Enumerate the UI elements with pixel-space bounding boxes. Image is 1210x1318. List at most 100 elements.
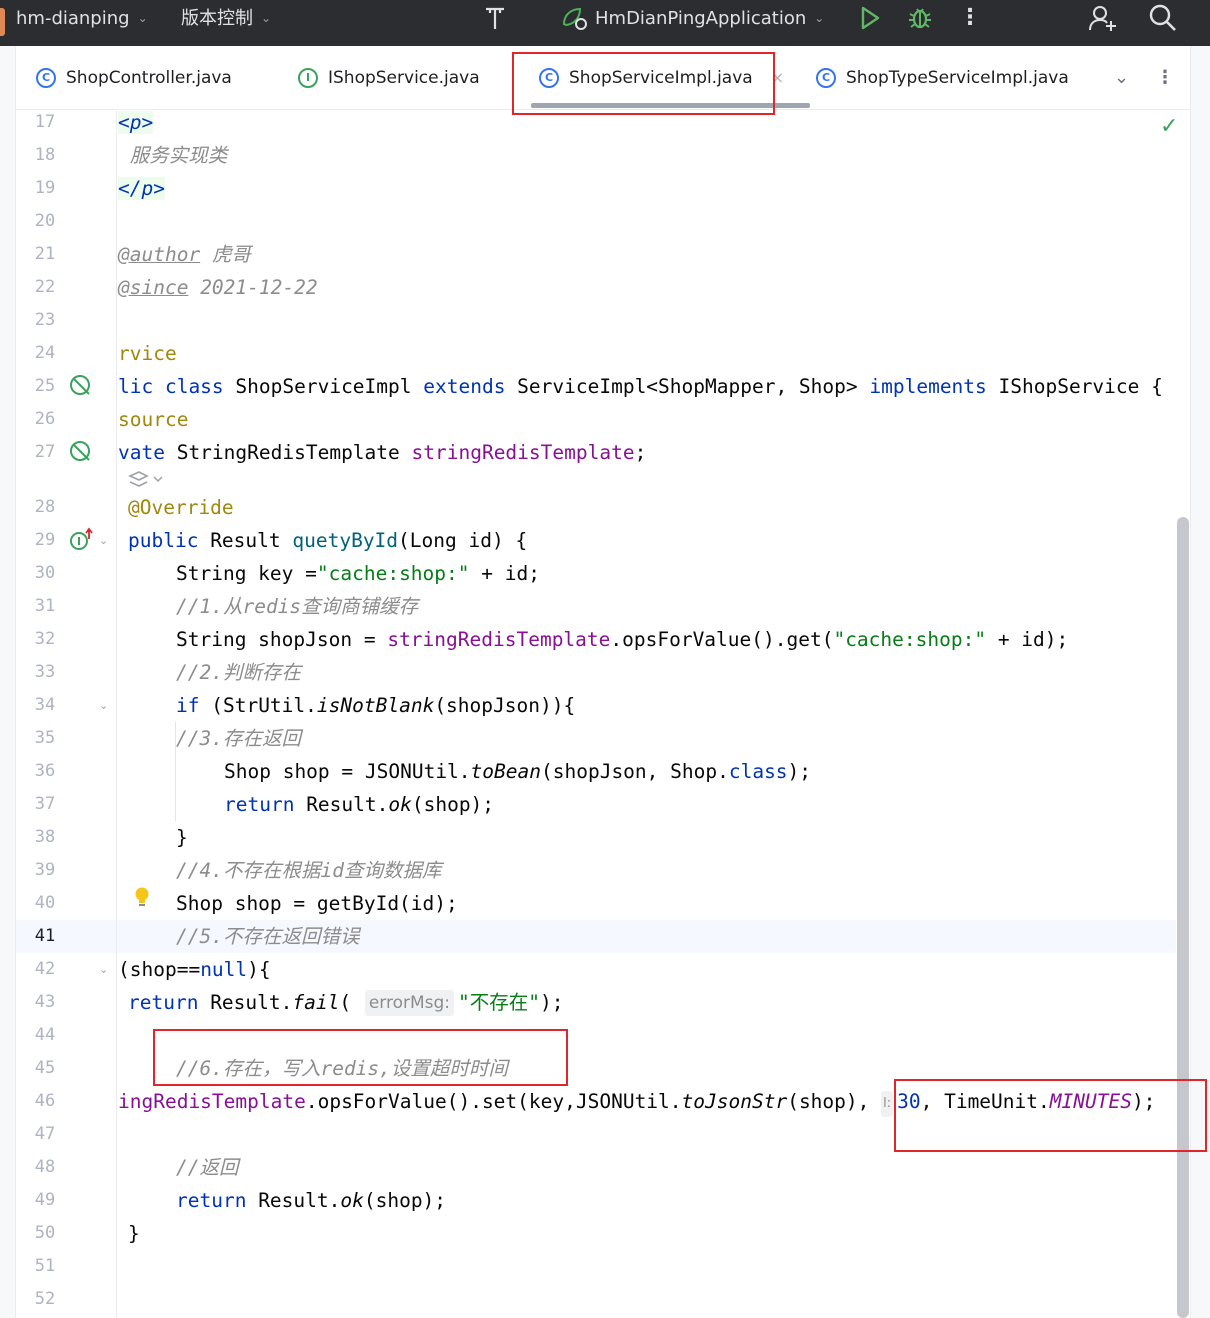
line-number[interactable]: 23 [26,304,64,337]
line-number[interactable]: 27 [26,436,64,469]
fold-icon[interactable]: ⌄ [99,524,108,557]
more-actions-icon[interactable]: ⋮ [1156,46,1174,110]
code-token: "不存在" [458,991,541,1014]
code-line[interactable]: } [128,1217,140,1250]
line-number[interactable]: 48 [26,1151,64,1184]
line-number[interactable]: 40 [26,887,64,920]
run-config-icon [558,0,592,36]
code-line[interactable]: ingRedisTemplate.opsForValue().set(key,J… [118,1085,1155,1118]
code-line[interactable]: //4.不存在根据id查询数据库 [176,854,441,887]
line-number[interactable]: 50 [26,1217,64,1250]
line-number[interactable]: 44 [26,1019,64,1052]
line-number[interactable]: 38 [26,821,64,854]
line-number[interactable]: 31 [26,590,64,623]
code-token: @Override [128,496,234,519]
tab-shop-service-impl[interactable]: C ShopServiceImpl.java × [531,46,811,110]
run-icon[interactable] [856,0,884,36]
line-number[interactable]: 47 [26,1118,64,1151]
code-token: ); [540,991,564,1014]
line-number[interactable]: 18 [26,139,64,172]
code-line[interactable]: return Result.ok(shop); [176,1184,446,1217]
code-line[interactable]: //2.判断存在 [176,656,301,689]
line-number[interactable]: 28 [26,491,64,524]
implements-method-icon[interactable] [68,527,98,553]
line-number[interactable]: 19 [26,172,64,205]
scrollbar-thumb[interactable] [1177,517,1189,1318]
line-number[interactable]: 26 [26,403,64,436]
line-number[interactable]: 51 [26,1250,64,1283]
line-number[interactable]: 41 [26,920,64,953]
line-number[interactable]: 35 [26,722,64,755]
line-number[interactable]: 39 [26,854,64,887]
code-line[interactable]: (shop==null){ [118,953,271,986]
run-config-selector[interactable]: HmDianPingApplication ⌄ [595,0,824,36]
line-number[interactable]: 33 [26,656,64,689]
line-number[interactable]: 37 [26,788,64,821]
line-number[interactable]: 32 [26,623,64,656]
fold-icon[interactable]: ⌄ [99,689,108,722]
debug-icon[interactable] [905,0,935,36]
code-line[interactable]: </p> [118,172,165,205]
code-line[interactable]: @author 虎哥 [118,238,251,271]
editor-tab-bar: C ShopController.java I IShopService.java … [16,46,1190,110]
code-line[interactable]: return Result.fail( errorMsg: "不存在"); [128,986,564,1019]
code-line[interactable]: //3.存在返回 [176,722,301,755]
chevron-down-icon[interactable]: ⌄ [1114,46,1129,110]
more-actions-icon[interactable]: ⋮ [958,0,982,36]
search-icon[interactable] [1146,0,1180,36]
code-line[interactable]: String key ="cache:shop:" + id; [176,557,540,590]
line-number[interactable]: 36 [26,755,64,788]
add-user-icon[interactable] [1086,0,1120,36]
line-number[interactable]: 34 [26,689,64,722]
code-line[interactable]: @since 2021-12-22 [118,271,318,304]
code-line[interactable]: Shop shop = getById(id); [176,887,458,920]
code-line[interactable]: //返回 [176,1151,238,1184]
code-token: Shop shop = JSONUtil. [224,760,471,783]
translate-icon[interactable] [480,0,510,36]
code-line[interactable]: @Override [128,491,234,524]
line-number[interactable]: 21 [26,238,64,271]
code-line[interactable]: source [118,403,188,436]
line-number[interactable]: 29 [26,524,64,557]
code-line[interactable]: if (StrUtil.isNotBlank(shopJson)){ [176,689,575,722]
vcs-menu[interactable]: 版本控制 ⌄ [181,0,271,36]
code-token: } [128,1222,140,1245]
code-line[interactable]: Shop shop = JSONUtil.toBean(shopJson, Sh… [224,755,811,788]
tab-shop-controller[interactable]: C ShopController.java [36,46,232,110]
line-number[interactable]: 43 [26,986,64,1019]
line-number[interactable]: 22 [26,271,64,304]
code-line[interactable]: String shopJson = stringRedisTemplate.op… [176,623,1068,656]
line-number[interactable]: 25 [26,370,64,403]
code-line[interactable]: lic class ShopServiceImpl extends Servic… [118,370,1163,403]
line-number[interactable]: 46 [26,1085,64,1118]
code-line[interactable]: vate StringRedisTemplate stringRedisTemp… [118,436,646,469]
line-number[interactable]: 24 [26,337,64,370]
line-number[interactable]: 17 [26,106,64,139]
fold-icon[interactable]: ⌄ [99,953,108,986]
code-line[interactable]: 服务实现类 [118,139,228,172]
tab-ishop-service[interactable]: I IShopService.java [298,46,480,110]
code-line[interactable]: return Result.ok(shop); [224,788,494,821]
line-number[interactable]: 49 [26,1184,64,1217]
tab-shop-type-service-impl[interactable]: C ShopTypeServiceImpl.java [816,46,1069,110]
code-line[interactable]: public Result quetyById(Long id) { [128,524,527,557]
close-icon[interactable]: × [771,68,784,87]
line-number[interactable]: 20 [26,205,64,238]
line-number[interactable]: 45 [26,1052,64,1085]
code-line[interactable]: //1.从redis查询商铺缓存 [176,590,418,623]
code-line[interactable]: rvice [118,337,177,370]
line-number[interactable]: 30 [26,557,64,590]
code-line[interactable]: <p> [118,106,154,139]
project-selector[interactable]: hm-dianping ⌄ [16,0,148,36]
code-line[interactable]: //6.存在，写入redis,设置超时时间 [176,1052,508,1085]
spring-bean-icon[interactable] [68,373,94,399]
code-token: implements [869,375,999,398]
line-number[interactable]: 42 [26,953,64,986]
code-token: lic class [118,375,236,398]
lightbulb-icon[interactable] [134,886,150,908]
code-vision-icon[interactable] [127,468,167,492]
code-line[interactable]: } [176,821,188,854]
line-number[interactable]: 52 [26,1283,64,1316]
code-line[interactable]: //5.不存在返回错误 [176,920,359,953]
spring-bean-icon[interactable] [68,439,94,465]
